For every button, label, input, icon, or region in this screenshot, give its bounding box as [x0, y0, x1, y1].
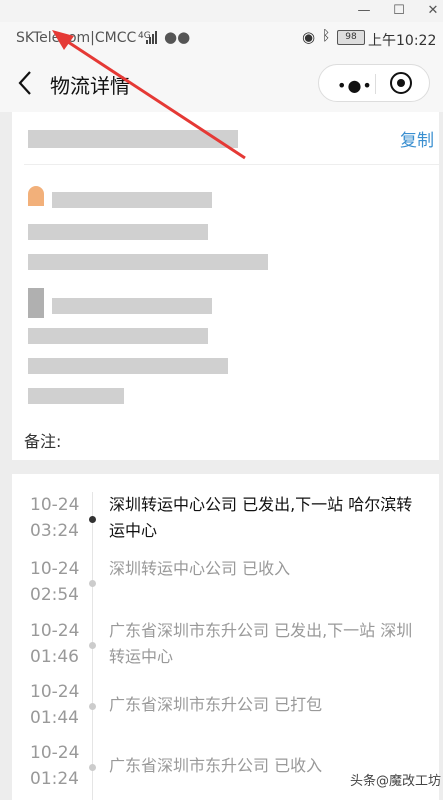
- annotation-arrow-icon: [52, 30, 246, 160]
